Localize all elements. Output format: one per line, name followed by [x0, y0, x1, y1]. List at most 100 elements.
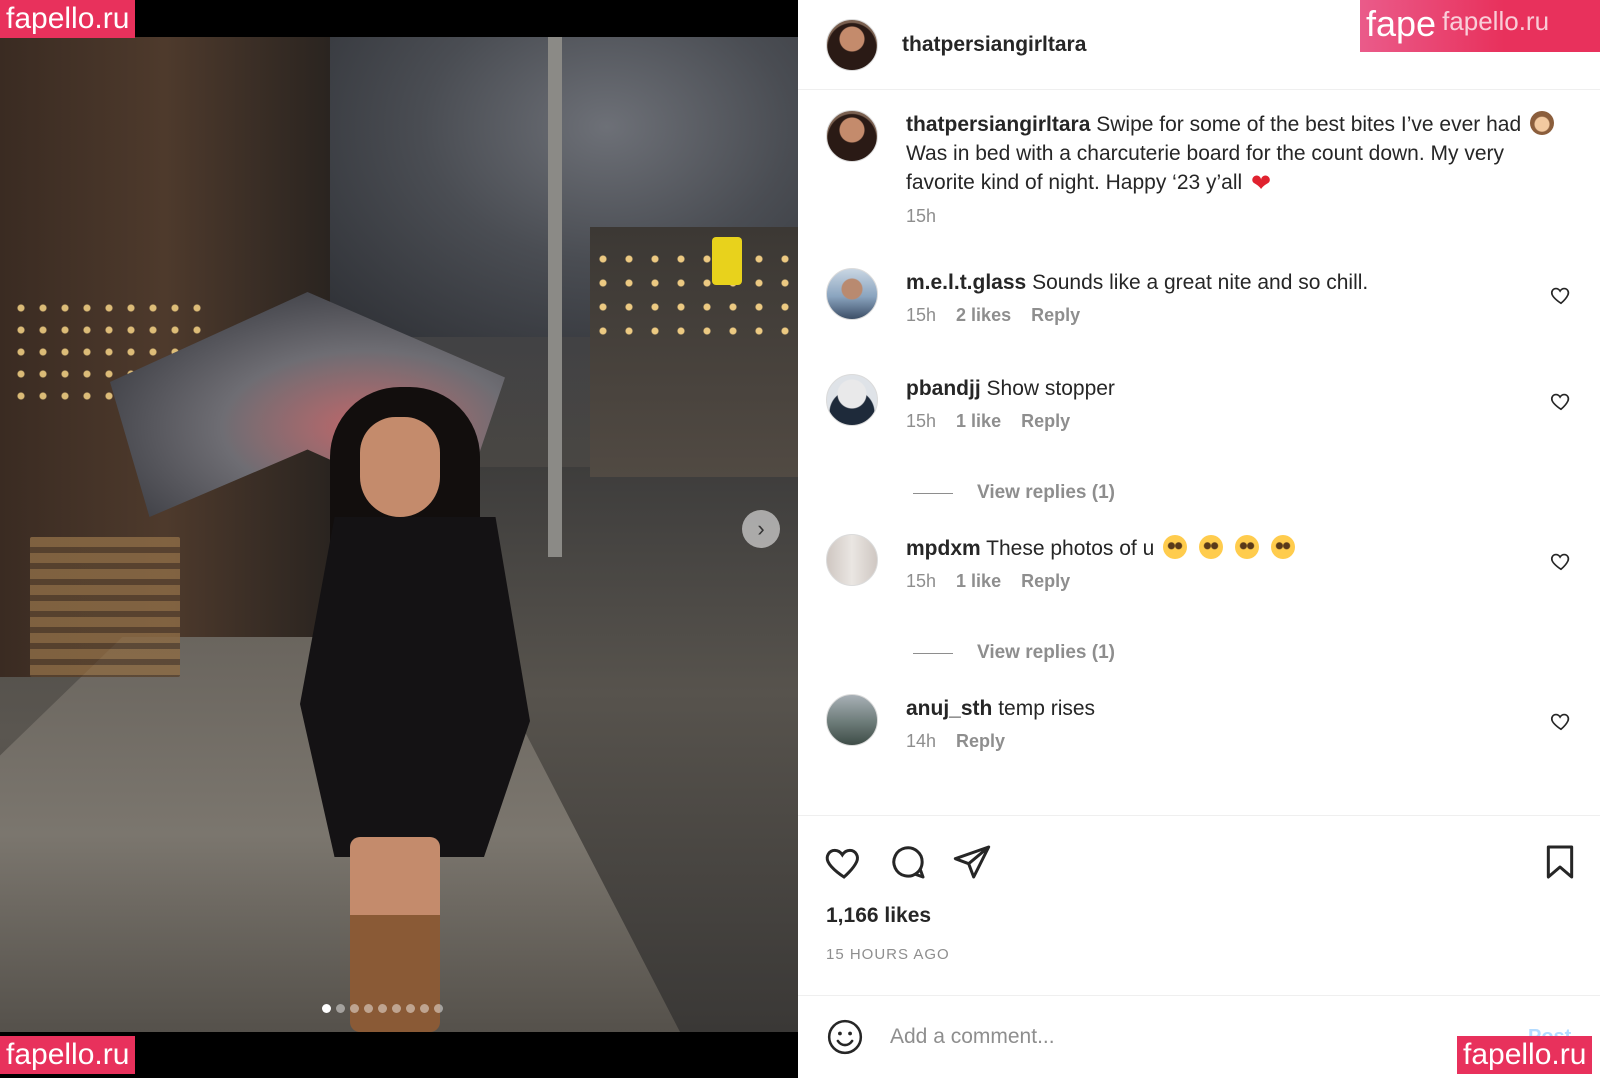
- comment-text: pbandjj Show stopper: [906, 374, 1556, 403]
- share-icon[interactable]: [952, 842, 992, 882]
- comment-item: anuj_sth temp rises 14h Reply: [826, 694, 1586, 752]
- commenter-avatar[interactable]: [826, 374, 878, 426]
- carousel-dot: [434, 1004, 443, 1013]
- comment-meta: 15h 2 likes Reply: [906, 305, 1556, 326]
- likes-count[interactable]: 1,166 likes: [826, 904, 931, 928]
- comment-username[interactable]: mpdxm: [906, 537, 981, 560]
- comment-text: m.e.l.t.glass Sounds like a great nite a…: [906, 268, 1556, 297]
- comment-meta: 15h 1 like Reply: [906, 411, 1556, 432]
- view-replies-button[interactable]: View replies (1): [913, 482, 1115, 504]
- comment-heart-icon[interactable]: [1550, 710, 1572, 732]
- comment-likes[interactable]: 1 like: [956, 571, 1001, 592]
- pleading-face-emoji-icon: [1270, 535, 1295, 559]
- next-slide-button[interactable]: ›: [742, 510, 780, 548]
- subject-legs: [350, 837, 440, 1032]
- comment-content: temp rises: [998, 697, 1096, 720]
- photo-building-right: [590, 227, 798, 477]
- street-bench: [30, 537, 180, 677]
- view-replies-label: View replies (1): [977, 482, 1115, 503]
- replies-divider: [913, 492, 953, 494]
- caption-part2: Was in bed with a charcuterie board for …: [906, 142, 1505, 194]
- red-heart-emoji-icon: ❤: [1251, 170, 1272, 197]
- subject-face: [360, 417, 440, 517]
- pleading-face-emoji-icon: [1234, 535, 1259, 559]
- view-replies-button[interactable]: View replies (1): [913, 642, 1115, 664]
- comment-meta: 15h 1 like Reply: [906, 571, 1556, 592]
- comment-content: Sounds like a great nite and so chill.: [1032, 271, 1369, 294]
- comment-meta: 14h Reply: [906, 731, 1556, 752]
- watermark-bottom-right: fapello.ru: [1457, 1036, 1593, 1074]
- caption-text: thatpersiangirltara Swipe for some of th…: [906, 110, 1566, 198]
- watermark-small: fapello.ru: [1442, 6, 1550, 36]
- post-media-panel: ›: [0, 0, 798, 1078]
- comment-time: 15h: [906, 305, 937, 325]
- commenter-avatar[interactable]: [826, 268, 878, 320]
- watermark-top-right: fape fapello.ru: [1360, 0, 1600, 52]
- reply-button[interactable]: Reply: [956, 731, 1005, 752]
- photo-subject: [290, 387, 550, 1032]
- smiley-icon[interactable]: [826, 1018, 864, 1056]
- comment-heart-icon[interactable]: [1550, 284, 1572, 306]
- comment-likes[interactable]: 1 like: [956, 411, 1001, 432]
- author-avatar[interactable]: [826, 18, 878, 71]
- post-photo[interactable]: ›: [0, 37, 798, 1032]
- carousel-dot: [406, 1004, 415, 1013]
- comment-heart-icon[interactable]: [1550, 390, 1572, 412]
- carousel-dot: [336, 1004, 345, 1013]
- caption-body: thatpersiangirltara Swipe for some of th…: [906, 110, 1566, 227]
- comment-item: pbandjj Show stopper 15h 1 like Reply: [826, 374, 1586, 432]
- comment-username[interactable]: pbandjj: [906, 377, 981, 400]
- comment-username[interactable]: m.e.l.t.glass: [906, 271, 1026, 294]
- comment-input[interactable]: [890, 1025, 1490, 1049]
- pleading-face-emoji-icon: [1198, 535, 1223, 559]
- subject-dress: [300, 517, 530, 857]
- caption: thatpersiangirltara Swipe for some of th…: [826, 110, 1586, 227]
- author-username[interactable]: thatpersiangirltara: [902, 33, 1086, 57]
- bookmark-icon[interactable]: [1540, 842, 1580, 882]
- comment-time: 15h: [906, 411, 937, 431]
- commenter-avatar[interactable]: [826, 694, 878, 746]
- post-timestamp: 15 HOURS AGO: [826, 946, 950, 963]
- reply-button[interactable]: Reply: [1021, 411, 1070, 432]
- carousel-indicator: [322, 1004, 443, 1013]
- string-lights-right: [590, 247, 798, 337]
- comment-item: m.e.l.t.glass Sounds like a great nite a…: [826, 268, 1586, 326]
- monkey-emoji-icon: [1529, 111, 1554, 135]
- caption-time: 15h: [906, 206, 937, 226]
- post-actions: 1,166 likes 15 HOURS AGO: [798, 815, 1600, 995]
- comment-content: These photos of u: [986, 537, 1155, 560]
- comment-body: mpdxm These photos of u 15h 1 like Reply: [906, 534, 1556, 592]
- comment-body: m.e.l.t.glass Sounds like a great nite a…: [906, 268, 1556, 326]
- comment-text: anuj_sth temp rises: [906, 694, 1556, 723]
- comment-heart-icon[interactable]: [1550, 550, 1572, 572]
- heart-icon[interactable]: [824, 842, 864, 882]
- commenter-avatar[interactable]: [826, 534, 878, 586]
- carousel-dot: [350, 1004, 359, 1013]
- carousel-dot: [322, 1004, 331, 1013]
- replies-divider: [913, 652, 953, 654]
- watermark-top-left: fapello.ru: [0, 0, 136, 38]
- view-replies-label: View replies (1): [977, 642, 1115, 663]
- reply-button[interactable]: Reply: [1021, 571, 1070, 592]
- comment-item: mpdxm These photos of u 15h 1 like Reply: [826, 534, 1586, 592]
- reply-button[interactable]: Reply: [1031, 305, 1080, 326]
- comment-content: Show stopper: [986, 377, 1115, 400]
- caption-username[interactable]: thatpersiangirltara: [906, 113, 1090, 136]
- comment-body: pbandjj Show stopper 15h 1 like Reply: [906, 374, 1556, 432]
- caption-part1: Swipe for some of the best bites I’ve ev…: [1096, 113, 1522, 136]
- comment-icon[interactable]: [888, 842, 928, 882]
- comment-time: 14h: [906, 731, 937, 751]
- comment-username[interactable]: anuj_sth: [906, 697, 992, 720]
- watermark-bottom-left: fapello.ru: [0, 1036, 136, 1074]
- caption-meta: 15h: [906, 206, 1566, 227]
- comment-likes[interactable]: 2 likes: [956, 305, 1011, 326]
- carousel-dot: [378, 1004, 387, 1013]
- comment-body: anuj_sth temp rises 14h Reply: [906, 694, 1556, 752]
- carousel-dot: [364, 1004, 373, 1013]
- watermark-partial: fape: [1366, 3, 1437, 44]
- carousel-dot: [420, 1004, 429, 1013]
- caption-avatar[interactable]: [826, 110, 878, 162]
- traffic-light: [712, 237, 742, 285]
- comment-text: mpdxm These photos of u: [906, 534, 1556, 563]
- chevron-right-icon: ›: [757, 516, 765, 541]
